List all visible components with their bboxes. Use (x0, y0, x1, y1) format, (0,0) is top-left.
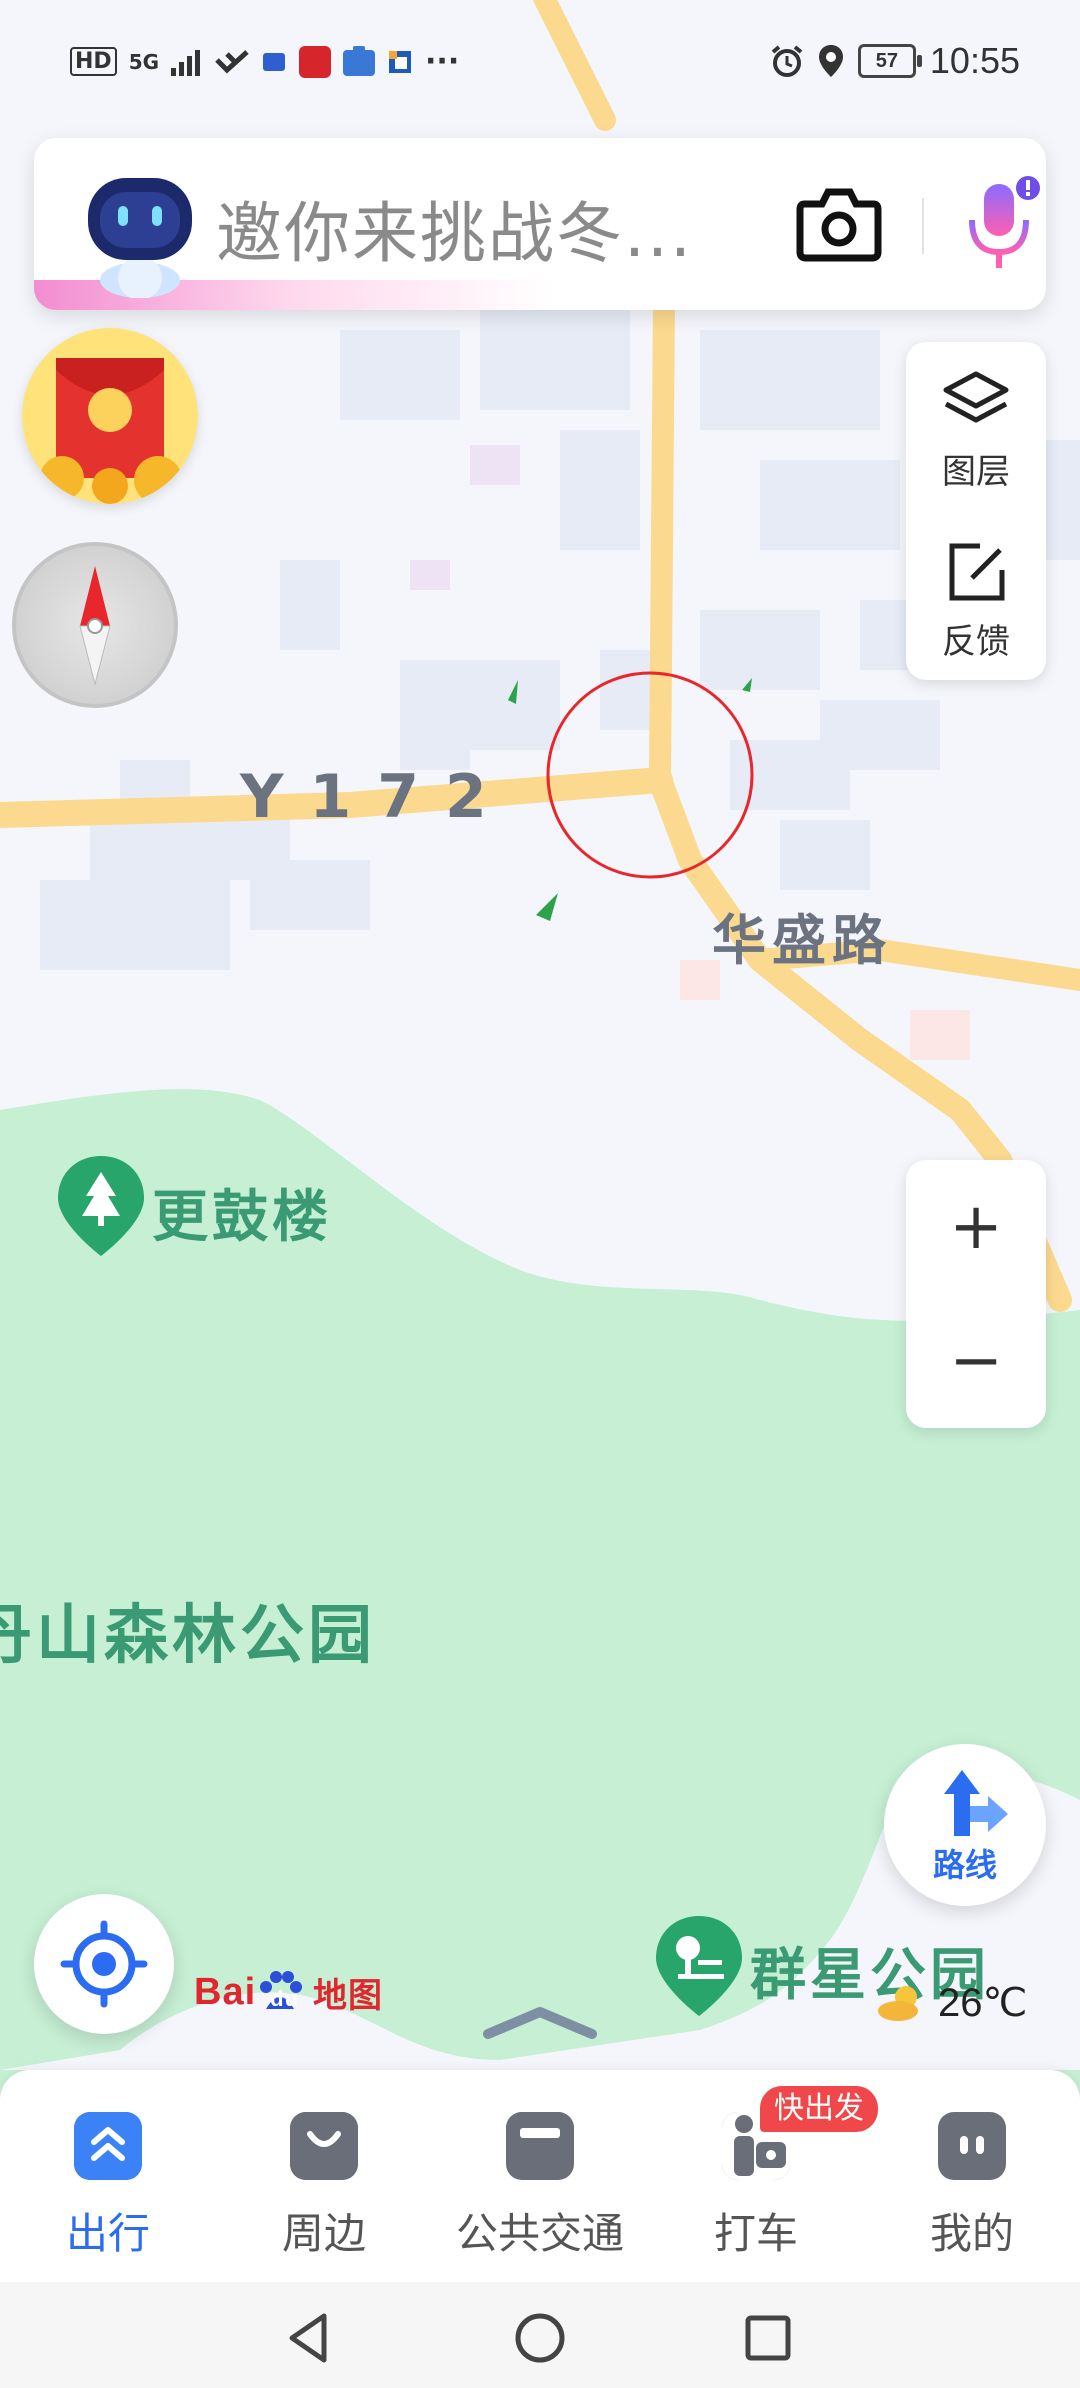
bus-icon (506, 2112, 574, 2180)
route-button[interactable]: 路线 (884, 1744, 1046, 1906)
tab-travel[interactable]: 出行 (18, 2100, 198, 2270)
status-left: HD 5G ··· (70, 44, 459, 79)
tab-nearby[interactable]: 周边 (234, 2100, 414, 2270)
tab-travel-label: 出行 (65, 2209, 150, 2258)
shopping-bag-icon (290, 2112, 358, 2180)
robot-assistant-icon[interactable] (82, 168, 198, 298)
status-bar: HD 5G ··· 57 10:55 (0, 0, 1080, 130)
red-packet-icon (40, 358, 182, 504)
location-icon (818, 45, 843, 77)
app-icon-3 (343, 45, 376, 76)
park-label-forest: 丹山森林公园 (0, 1599, 376, 1673)
sun-cloud-icon (878, 1986, 918, 2021)
battery-indicator: 57 (857, 44, 922, 78)
tab-taxi-label: 打车 (713, 2209, 798, 2258)
app-icon-4 (389, 50, 412, 73)
tab-me[interactable]: 我的 (882, 2100, 1062, 2270)
map-tools-panel: 图层 反馈 (906, 342, 1046, 680)
poi-pin-qunxing[interactable] (654, 1914, 744, 2018)
poi-label-gengulou: 更鼓楼 (152, 1185, 332, 1250)
logo-map: 地图 (313, 1977, 384, 2015)
network-type: 5G (128, 49, 160, 74)
tab-transit-label: 公共交通 (455, 2209, 624, 2258)
route-label: 路线 (932, 1846, 997, 1884)
home-icon[interactable] (510, 2308, 570, 2368)
temperature: 26℃ (938, 1981, 1028, 2025)
tab-transit[interactable]: 公共交通 (450, 2100, 630, 2270)
recents-icon[interactable] (738, 2308, 798, 2368)
tab-me-label: 我的 (929, 2209, 1014, 2258)
alarm-icon (771, 45, 803, 77)
bottom-nav: 出行 周边 公共交通 打车 我的 (0, 2070, 1080, 2282)
search-input[interactable]: 邀你来挑战冬... (216, 180, 776, 276)
tab-nearby-label: 周边 (281, 2209, 366, 2258)
logo-du: du (270, 1985, 300, 2011)
search-bar[interactable]: 邀你来挑战冬... (34, 138, 1046, 310)
search-divider (922, 198, 924, 254)
logo-bai: Bai (194, 1971, 257, 2013)
status-right: 57 10:55 (770, 40, 1020, 82)
baidu-map-logo: Bai du 地图 (194, 1968, 383, 2017)
app-icon-1 (263, 52, 286, 71)
road-label-huasheng: 华盛路 (712, 909, 892, 972)
zoom-in-button[interactable]: + (906, 1160, 1046, 1294)
compass-icon (79, 566, 111, 686)
feedback-button[interactable]: 反馈 (906, 512, 1046, 672)
wifi-icon (215, 49, 249, 73)
clock: 10:55 (929, 40, 1020, 81)
road-label-y172: Y172 (240, 762, 513, 832)
layers-icon (943, 371, 1009, 423)
layers-button[interactable]: 图层 (906, 342, 1046, 502)
back-icon[interactable] (280, 2308, 340, 2368)
zoom-out-button[interactable]: − (906, 1294, 1046, 1428)
red-packet-button[interactable] (22, 328, 198, 504)
taxi-promo-badge: 快出发 (760, 2086, 878, 2132)
zoom-panel: + − (906, 1160, 1046, 1428)
travel-icon (74, 2112, 142, 2180)
hd-indicator: HD (70, 47, 117, 76)
compass-button[interactable] (12, 542, 178, 708)
feedback-edit-icon (949, 543, 1005, 601)
camera-icon[interactable] (796, 186, 882, 262)
signal-icon (171, 49, 201, 76)
more-dots-icon: ··· (425, 44, 460, 79)
locate-me-button[interactable] (34, 1894, 174, 2034)
app-icon-2 (299, 45, 332, 78)
feedback-label: 反馈 (942, 622, 1010, 662)
microphone-icon[interactable] (962, 174, 1042, 284)
panel-handle-chevron-icon[interactable] (480, 2004, 600, 2040)
target-locate-icon (60, 1920, 148, 2008)
weather-widget[interactable]: 26℃ (876, 1980, 1027, 2026)
poi-pin-gengulou[interactable] (56, 1154, 146, 1258)
profile-face-icon (938, 2112, 1006, 2180)
layers-label: 图层 (942, 452, 1010, 492)
system-nav-bar (0, 2282, 1080, 2388)
